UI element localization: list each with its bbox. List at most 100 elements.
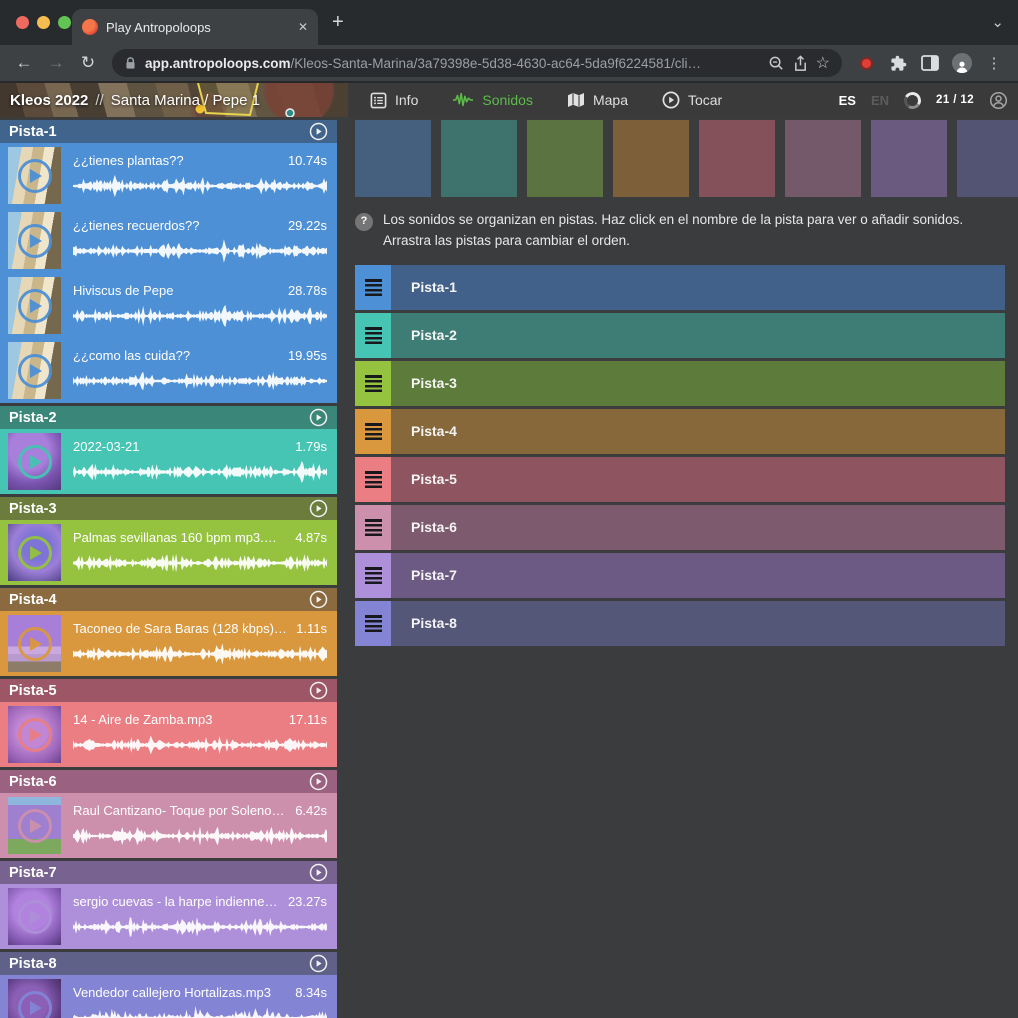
audio-clip[interactable]: Taconeo de Sara Baras (128 kbps).mp3 1.1… — [0, 611, 337, 676]
zoom-out-icon[interactable] — [768, 55, 785, 72]
audio-clip[interactable]: ¿¿tienes plantas?? 10.74s — [0, 143, 337, 208]
extensions-puzzle-icon[interactable] — [884, 55, 912, 72]
sidebar-track-header[interactable]: Pista-8 — [0, 952, 337, 975]
track-row[interactable]: Pista-3 — [355, 361, 1005, 406]
play-track-button[interactable] — [309, 772, 328, 791]
clip-play-icon[interactable] — [18, 224, 52, 258]
track-drag-handle[interactable] — [355, 505, 391, 550]
bookmark-star-icon[interactable]: ☆ — [816, 53, 830, 73]
clip-play-icon[interactable] — [18, 809, 52, 843]
forward-button[interactable]: → — [42, 49, 70, 77]
track-row[interactable]: Pista-5 — [355, 457, 1005, 502]
sidebar-track-name[interactable]: Pista-1 — [9, 124, 57, 140]
track-row-body[interactable]: Pista-3 — [391, 361, 1005, 406]
track-drag-handle[interactable] — [355, 361, 391, 406]
browser-tab[interactable]: Play Antropoloops ✕ — [72, 9, 318, 45]
audio-clip[interactable]: ¿¿tienes recuerdos?? 29.22s — [0, 208, 337, 273]
back-button[interactable]: ← — [10, 49, 38, 77]
track-drag-handle[interactable] — [355, 313, 391, 358]
clip-thumbnail[interactable] — [8, 524, 61, 581]
profile-avatar[interactable] — [948, 53, 976, 73]
tab-close-icon[interactable]: ✕ — [298, 20, 308, 34]
track-drag-handle[interactable] — [355, 601, 391, 646]
sidebar-track-header[interactable]: Pista-2 — [0, 406, 337, 429]
track-row-label[interactable]: Pista-1 — [411, 279, 457, 295]
close-window-button[interactable] — [16, 16, 29, 29]
map-photo-banner[interactable]: Kleos 2022//Santa Marina / Pepe 1 — [0, 83, 348, 117]
track-row[interactable]: Pista-6 — [355, 505, 1005, 550]
play-track-button[interactable] — [309, 122, 328, 141]
audio-clip[interactable]: sergio cuevas - la harpe indienne - 03 -… — [0, 884, 337, 949]
track-row-body[interactable]: Pista-8 — [391, 601, 1005, 646]
track-row-body[interactable]: Pista-2 — [391, 313, 1005, 358]
url-bar[interactable]: app.antropoloops.com/Kleos-Santa-Marina/… — [112, 49, 842, 77]
sidebar-track-name[interactable]: Pista-2 — [9, 410, 57, 426]
clip-thumbnail[interactable] — [8, 797, 61, 854]
clip-play-icon[interactable] — [18, 536, 52, 570]
sidebar-track-name[interactable]: Pista-3 — [9, 501, 57, 517]
lang-toggle-es[interactable]: ES — [839, 93, 856, 108]
audio-clip[interactable]: ¿¿como las cuida?? 19.95s — [0, 338, 337, 403]
clip-thumbnail[interactable] — [8, 212, 61, 269]
clip-play-icon[interactable] — [18, 289, 52, 323]
play-track-button[interactable] — [309, 499, 328, 518]
clip-play-icon[interactable] — [18, 159, 52, 193]
track-row-label[interactable]: Pista-2 — [411, 327, 457, 343]
track-drag-handle[interactable] — [355, 409, 391, 454]
play-track-button[interactable] — [309, 590, 328, 609]
account-icon[interactable] — [989, 91, 1008, 110]
audio-clip[interactable]: 14 - Aire de Zamba.mp3 17.11s — [0, 702, 337, 767]
track-row-body[interactable]: Pista-5 — [391, 457, 1005, 502]
audio-clip[interactable]: Vendedor callejero Hortalizas.mp3 8.34s — [0, 975, 337, 1018]
sidebar-track-header[interactable]: Pista-1 — [0, 120, 337, 143]
track-row-label[interactable]: Pista-8 — [411, 615, 457, 631]
track-row[interactable]: Pista-8 — [355, 601, 1005, 646]
track-drag-handle[interactable] — [355, 457, 391, 502]
nav-info[interactable]: Info — [370, 92, 418, 109]
clip-thumbnail[interactable] — [8, 433, 61, 490]
track-row-label[interactable]: Pista-6 — [411, 519, 457, 535]
audio-clip[interactable]: 2022-03-21 1.79s — [0, 429, 337, 494]
play-track-button[interactable] — [309, 408, 328, 427]
clip-thumbnail[interactable] — [8, 979, 61, 1018]
sidebar-track-name[interactable]: Pista-8 — [9, 956, 57, 972]
audio-clip[interactable]: Hiviscus de Pepe 28.78s — [0, 273, 337, 338]
nav-tocar[interactable]: Tocar — [662, 91, 722, 109]
clip-thumbnail[interactable] — [8, 147, 61, 204]
side-panel-icon[interactable] — [916, 55, 944, 71]
help-question-icon[interactable]: ? — [355, 213, 373, 231]
audio-clip[interactable]: Raul Cantizano- Toque por Solenoide.mp3 … — [0, 793, 337, 858]
tab-search-chevron-icon[interactable]: ⌄ — [991, 13, 1004, 31]
track-row-body[interactable]: Pista-4 — [391, 409, 1005, 454]
track-row-body[interactable]: Pista-6 — [391, 505, 1005, 550]
sidebar-track-name[interactable]: Pista-7 — [9, 865, 57, 881]
sidebar-track-header[interactable]: Pista-7 — [0, 861, 337, 884]
sidebar-track-name[interactable]: Pista-4 — [9, 592, 57, 608]
sidebar-track-name[interactable]: Pista-5 — [9, 683, 57, 699]
track-row-label[interactable]: Pista-3 — [411, 375, 457, 391]
sidebar-track-name[interactable]: Pista-6 — [9, 774, 57, 790]
fullscreen-window-button[interactable] — [58, 16, 71, 29]
play-track-button[interactable] — [309, 863, 328, 882]
sidebar-track-header[interactable]: Pista-5 — [0, 679, 337, 702]
track-row-label[interactable]: Pista-7 — [411, 567, 457, 583]
clip-thumbnail[interactable] — [8, 277, 61, 334]
track-row-label[interactable]: Pista-5 — [411, 471, 457, 487]
clip-play-icon[interactable] — [18, 991, 52, 1018]
recording-extension-icon[interactable] — [852, 57, 880, 70]
track-row-body[interactable]: Pista-1 — [391, 265, 1005, 310]
clip-play-icon[interactable] — [18, 900, 52, 934]
nav-mapa[interactable]: Mapa — [567, 92, 628, 108]
audio-clip[interactable]: Palmas sevillanas 160 bpm mp3.mp3 4.87s — [0, 520, 337, 585]
clip-thumbnail[interactable] — [8, 615, 61, 672]
lang-toggle-en[interactable]: EN — [871, 93, 889, 108]
reload-button[interactable]: ↻ — [74, 49, 102, 77]
track-row-body[interactable]: Pista-7 — [391, 553, 1005, 598]
clip-thumbnail[interactable] — [8, 888, 61, 945]
track-drag-handle[interactable] — [355, 265, 391, 310]
browser-menu-icon[interactable]: ⋮ — [980, 54, 1008, 72]
track-row[interactable]: Pista-4 — [355, 409, 1005, 454]
play-track-button[interactable] — [309, 954, 328, 973]
new-tab-button[interactable]: + — [332, 11, 344, 34]
share-icon[interactable] — [793, 55, 808, 72]
